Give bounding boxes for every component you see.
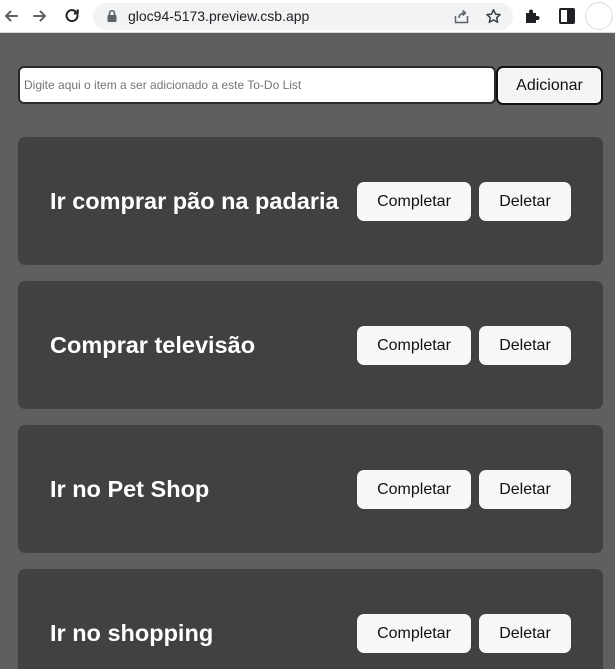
todo-item: Ir no Pet Shop Completar Deletar — [18, 425, 603, 553]
browser-toolbar: gloc94-5173.preview.csb.app — [0, 0, 615, 33]
delete-button[interactable]: Deletar — [479, 470, 571, 509]
complete-button[interactable]: Completar — [357, 614, 471, 653]
reload-icon[interactable] — [61, 5, 83, 27]
profile-avatar[interactable] — [585, 2, 613, 30]
complete-button[interactable]: Completar — [357, 182, 471, 221]
star-icon[interactable] — [484, 7, 502, 25]
complete-button[interactable]: Completar — [357, 326, 471, 365]
back-arrow-icon[interactable] — [0, 5, 22, 27]
complete-button[interactable]: Completar — [357, 470, 471, 509]
side-panel-icon[interactable] — [557, 6, 577, 26]
address-bar[interactable]: gloc94-5173.preview.csb.app — [93, 3, 513, 30]
extensions-icon[interactable] — [523, 6, 543, 26]
todo-item: Ir no shopping Completar Deletar — [18, 569, 603, 669]
todo-title: Ir comprar pão na padaria — [50, 187, 339, 214]
delete-button[interactable]: Deletar — [479, 614, 571, 653]
todo-title: Comprar televisão — [50, 331, 256, 358]
add-button[interactable]: Adicionar — [496, 66, 603, 105]
forward-arrow-icon[interactable] — [29, 5, 51, 27]
todo-item: Comprar televisão Completar Deletar — [18, 281, 603, 409]
url-text[interactable]: gloc94-5173.preview.csb.app — [128, 8, 309, 24]
todo-title: Ir no Pet Shop — [50, 475, 210, 502]
share-icon[interactable] — [452, 7, 470, 25]
lock-icon[interactable] — [105, 9, 119, 23]
delete-button[interactable]: Deletar — [479, 326, 571, 365]
delete-button[interactable]: Deletar — [479, 182, 571, 221]
todo-input[interactable] — [18, 66, 496, 104]
todo-item: Ir comprar pão na padaria Completar Dele… — [18, 137, 603, 265]
todo-title: Ir no shopping — [50, 619, 214, 646]
